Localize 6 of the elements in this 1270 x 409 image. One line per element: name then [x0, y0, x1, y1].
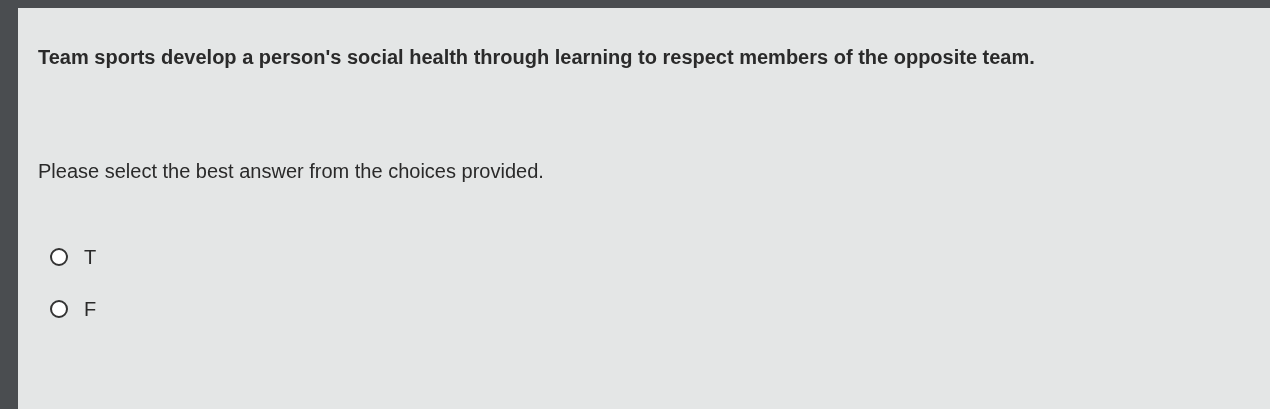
answer-option[interactable]: F: [50, 294, 97, 324]
answer-option[interactable]: T: [50, 242, 97, 272]
question-text: Team sports develop a person's social health through learning to respect members of the opposite team.: [38, 45, 1036, 70]
radio-button[interactable]: [50, 300, 68, 318]
radio-button[interactable]: [50, 248, 68, 266]
instruction-text: Please select the best answer from the choices provided.: [38, 159, 545, 184]
